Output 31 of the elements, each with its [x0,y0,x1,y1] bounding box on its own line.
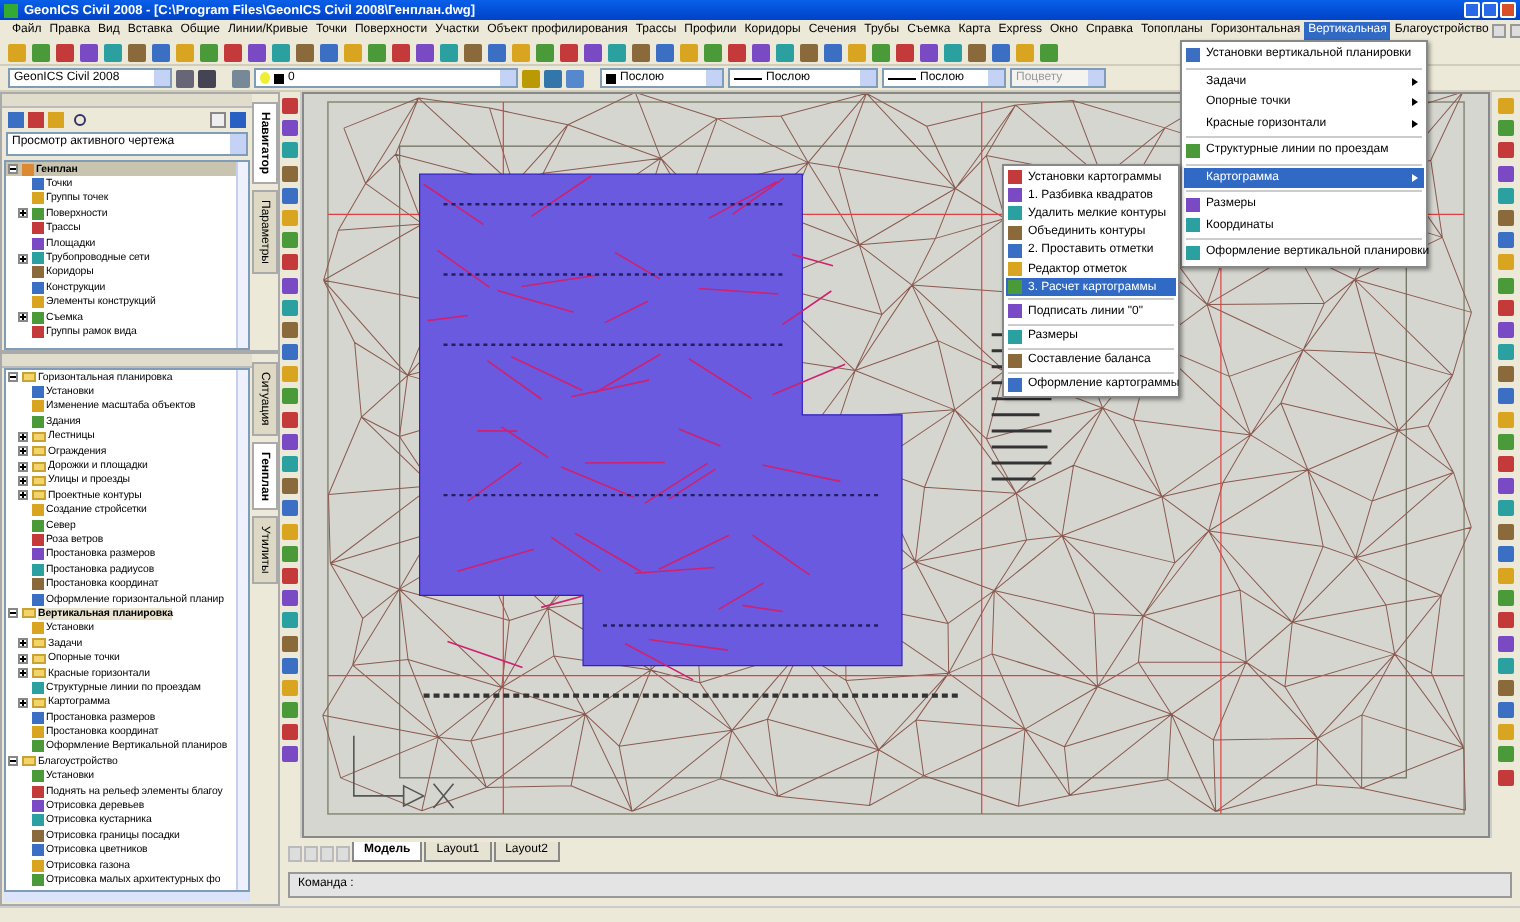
expand-toggle[interactable] [18,208,28,219]
expand-toggle[interactable] [18,653,28,664]
expand-toggle[interactable] [18,697,28,708]
restore-button[interactable] [1510,23,1520,37]
maximize-button[interactable] [1482,2,1498,18]
folder-icon [21,372,35,383]
expand-toggle[interactable] [8,164,18,175]
expand-toggle[interactable] [8,372,18,383]
folder-icon [21,756,35,767]
expand-toggle[interactable] [18,431,28,442]
expand-toggle[interactable] [18,446,28,457]
scrollbar[interactable] [4,892,250,902]
search-icon[interactable] [74,114,86,126]
app-icon [4,3,18,17]
expand-toggle[interactable] [18,475,28,486]
tool-icon [31,622,43,635]
scrollbar[interactable] [236,370,248,890]
folder-icon [21,608,35,619]
expand-toggle[interactable] [18,253,28,264]
expand-toggle[interactable] [8,608,18,619]
scrollbar[interactable] [236,162,248,348]
expand-toggle[interactable] [18,461,28,472]
expand-toggle[interactable] [18,668,28,678]
expand-toggle[interactable] [18,490,28,501]
close-button[interactable] [1500,2,1516,18]
folder-icon [31,697,45,708]
expand-toggle[interactable] [18,638,28,649]
expand-toggle[interactable] [8,756,18,767]
expand-toggle[interactable] [18,312,28,323]
tool-icon [31,681,43,694]
ucs-icon [353,734,455,809]
